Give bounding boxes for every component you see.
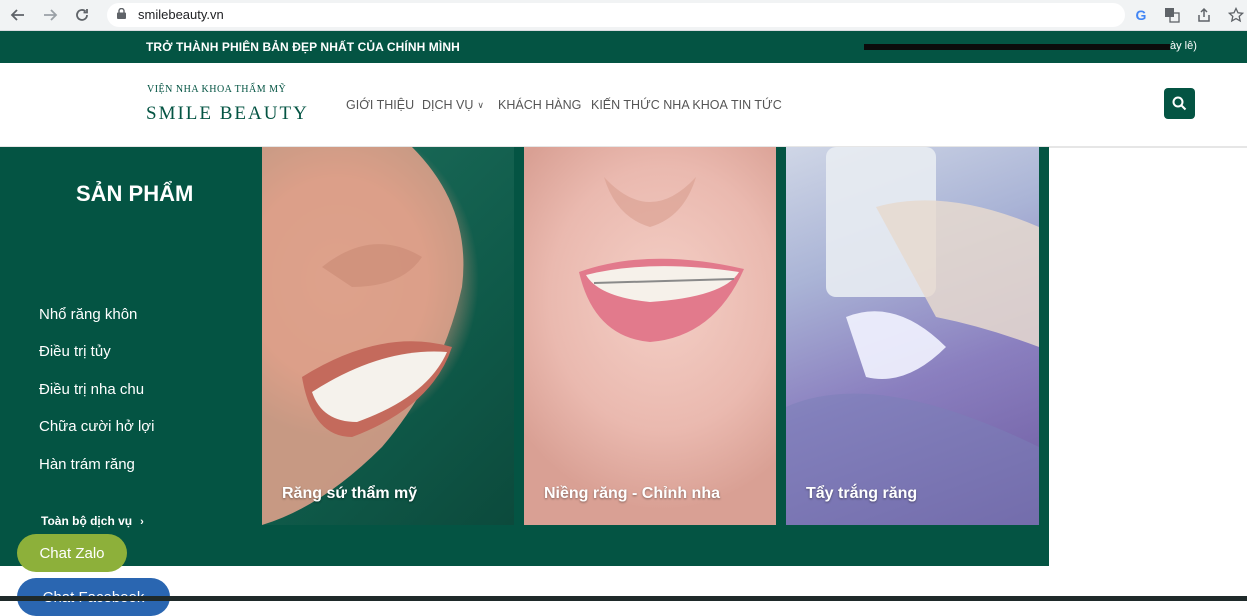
nav-item-tin-tuc[interactable]: TIN TỨC	[731, 98, 782, 112]
product-card-nieng-rang[interactable]: Niềng răng - Chỉnh nha	[524, 147, 776, 525]
url-text: smilebeauty.vn	[138, 7, 224, 22]
reload-icon[interactable]	[70, 3, 94, 27]
product-card-tay-trang[interactable]: Tẩy trắng răng	[786, 147, 1039, 525]
product-card-rang-su[interactable]: Răng sứ thẩm mỹ	[262, 147, 514, 525]
nav-item-kien-thuc[interactable]: KIẾN THỨC NHA KHOA	[591, 98, 728, 112]
all-services-link[interactable]: Toàn bộ dịch vụ ›	[41, 514, 144, 528]
braces-photo	[579, 177, 744, 342]
card-label: Niềng răng - Chỉnh nha	[544, 485, 720, 502]
site-header: VIỆN NHA KHOA THẨM MỸ SMILE BEAUTY GIỚI …	[0, 63, 1247, 148]
redacted-text	[864, 44, 1170, 50]
service-link[interactable]: Điều trị tủy	[39, 343, 111, 360]
nav-item-gioi-thieu[interactable]: GIỚI THIỆU	[346, 98, 414, 112]
search-icon	[1172, 96, 1187, 111]
panel-title: SẢN PHẨM	[76, 181, 194, 206]
chevron-right-icon: ›	[140, 516, 144, 528]
translate-icon[interactable]	[1162, 5, 1182, 25]
card-label: Tẩy trắng răng	[806, 485, 918, 502]
search-button[interactable]	[1164, 88, 1195, 119]
back-icon[interactable]	[6, 3, 30, 27]
card-label: Răng sứ thẩm mỹ	[282, 485, 418, 502]
nav-item-dich-vu[interactable]: DỊCH VỤ ∨	[422, 98, 484, 112]
lock-icon	[117, 8, 126, 19]
top-announcement-bar: TRỞ THÀNH PHIÊN BẢN ĐẸP NHẤT CỦA CHÍNH M…	[0, 31, 1247, 63]
page-bottom-strip	[0, 596, 1247, 601]
browser-toolbar: smilebeauty.vn G	[0, 0, 1247, 31]
service-link[interactable]: Chữa cười hở lợi	[39, 418, 154, 435]
nav-item-khach-hang[interactable]: KHÁCH HÀNG	[498, 98, 581, 112]
chevron-down-icon: ∨	[477, 100, 484, 110]
service-link[interactable]: Điều trị nha chu	[39, 381, 144, 398]
share-icon[interactable]	[1194, 5, 1214, 25]
forward-icon[interactable]	[38, 3, 62, 27]
logo-wordmark[interactable]: SMILE BEAUTY	[146, 103, 309, 125]
whitening-photo	[786, 147, 1039, 525]
chat-zalo-button[interactable]: Chat Zalo	[17, 534, 127, 572]
service-link[interactable]: Hàn trám răng	[39, 456, 135, 473]
logo-subtitle: VIỆN NHA KHOA THẨM MỸ	[147, 84, 287, 95]
service-link[interactable]: Nhổ răng khôn	[39, 306, 137, 323]
star-icon[interactable]	[1226, 5, 1246, 25]
services-mega-menu: SẢN PHẨM Nhổ răng khôn Điều trị tủy Điều…	[0, 147, 1049, 566]
smile-photo	[262, 147, 464, 525]
google-icon[interactable]: G	[1131, 5, 1151, 25]
address-bar[interactable]: smilebeauty.vn	[107, 3, 1125, 27]
slogan-text: TRỞ THÀNH PHIÊN BẢN ĐẸP NHẤT CỦA CHÍNH M…	[146, 40, 460, 54]
